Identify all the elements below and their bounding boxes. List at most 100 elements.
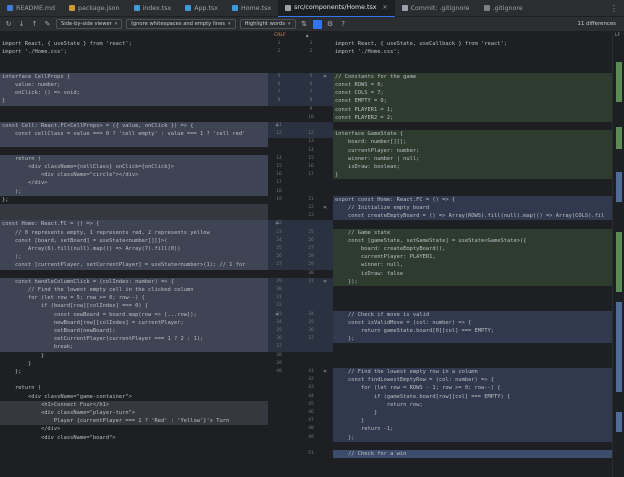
sync-scroll-icon[interactable]: ⇅ (300, 20, 309, 28)
code-line[interactable] (0, 114, 268, 122)
code-line[interactable] (333, 442, 612, 450)
code-line[interactable]: // Find the lowest empty row in a column (333, 368, 612, 377)
code-line[interactable]: const cellClass = value === 0 ? 'cell em… (0, 130, 268, 139)
code-line[interactable] (0, 376, 268, 384)
code-line[interactable]: return row; (333, 400, 612, 409)
code-line[interactable] (333, 179, 612, 187)
code-line[interactable]: } (333, 409, 612, 418)
code-line[interactable]: const createEmptyBoard = () => Array(ROW… (333, 212, 612, 221)
tab-2[interactable]: index.tsx (127, 0, 179, 17)
code-line[interactable] (333, 220, 612, 228)
code-line[interactable]: // Check if move is valid (333, 310, 612, 319)
code-line[interactable]: for (let row = ROWS - 1; row >= 0; row--… (333, 384, 612, 393)
code-line[interactable]: const [board, setBoard] = useState<numbe… (0, 236, 268, 245)
close-tab-icon[interactable]: ✕ (383, 4, 388, 11)
code-line[interactable]: // Game state (333, 228, 612, 237)
code-line[interactable]: const PLAYER2 = 2; (333, 113, 612, 122)
code-line[interactable]: } (333, 417, 612, 426)
code-line[interactable] (333, 65, 612, 73)
tab-1[interactable]: package.json (62, 0, 126, 17)
code-line[interactable]: onClick: () => void; (0, 89, 268, 98)
code-line[interactable]: <div className="circle"></div> (0, 171, 268, 180)
code-line[interactable]: const Home: React.FC = () => { (0, 220, 268, 229)
code-line[interactable]: import React, { useState } from 'react'; (0, 40, 268, 48)
code-line[interactable] (0, 270, 268, 278)
code-line[interactable] (333, 302, 612, 310)
code-line[interactable]: const COLS = 7; (333, 89, 612, 98)
arrow-down-icon[interactable]: ↓ (17, 20, 26, 28)
viewer-dropdown[interactable]: Side-by-side viewer ▾ (56, 19, 123, 29)
code-line[interactable]: } (0, 97, 268, 106)
code-line[interactable]: return gameState.board[0][col] === EMPTY… (333, 327, 612, 336)
code-line[interactable]: Player {currentPlayer === 1 ? 'Red' : 'Y… (0, 417, 268, 426)
code-line[interactable]: winner: number | null; (333, 154, 612, 163)
code-line[interactable]: // Constants for the game (333, 72, 612, 81)
code-line[interactable]: <h1>Connect Four</h1> (0, 400, 268, 409)
code-line[interactable]: isDraw: false (333, 269, 612, 278)
more-options-icon[interactable]: ⋮ (604, 4, 624, 13)
right-code-pane[interactable]: import React, { useState, useCallback } … (333, 32, 612, 477)
arrow-up-icon[interactable]: ↑ (30, 20, 39, 28)
code-line[interactable]: <div className={cellClass} onClick={onCl… (0, 163, 268, 172)
code-line[interactable]: // Check for a win (333, 450, 612, 459)
tab-4[interactable]: Home.tsx (225, 0, 278, 17)
code-line[interactable] (0, 138, 268, 147)
code-line[interactable]: const PLAYER1 = 1; (333, 105, 612, 114)
code-line[interactable]: }); (333, 277, 612, 286)
code-line[interactable]: return ( (0, 384, 268, 392)
highlight-dropdown[interactable]: Highlight words ▾ (239, 19, 296, 29)
code-line[interactable]: currentPlayer: PLAYER1, (333, 253, 612, 262)
tab-5[interactable]: src/components/Home.tsx ✕ (278, 0, 395, 17)
code-line[interactable]: currentPlayer: number; (333, 146, 612, 155)
code-line[interactable]: value: number; (0, 81, 268, 90)
code-line[interactable]: import './Home.css'; (333, 48, 612, 56)
collapse-toggle[interactable] (312, 19, 322, 29)
code-line[interactable]: if (gameState.board[row][col] === EMPTY)… (333, 392, 612, 401)
code-line[interactable]: const findLowestEmptyRow = (col: number)… (333, 376, 612, 385)
code-line[interactable]: }; (0, 196, 268, 204)
code-line[interactable]: for (let row = 5; row >= 0; row--) { (0, 294, 268, 303)
settings-gear-icon[interactable]: ⚙ (326, 20, 335, 28)
code-line[interactable] (333, 286, 612, 294)
code-line[interactable] (333, 122, 612, 130)
code-line[interactable]: isDraw: boolean; (333, 163, 612, 172)
code-line[interactable] (333, 343, 612, 351)
whitespace-dropdown[interactable]: Ignore whitespaces and empty lines ▾ (126, 19, 236, 29)
code-line[interactable] (333, 294, 612, 302)
code-line[interactable]: } (0, 360, 268, 368)
code-line[interactable]: const [gameState, setGameState] = useSta… (333, 236, 612, 245)
apply-change-arrow-icon[interactable]: « (320, 368, 330, 376)
code-line[interactable]: const EMPTY = 0; (333, 97, 612, 106)
code-line[interactable]: setCurrentPlayer(currentPlayer === 1 ? 2… (0, 335, 268, 344)
code-line[interactable]: // Find the lowest empty cell in the cli… (0, 286, 268, 295)
code-line[interactable]: </div> (0, 179, 268, 188)
code-line[interactable]: }; (333, 433, 612, 442)
code-line[interactable]: // Initialize empty board (333, 204, 612, 213)
code-line[interactable]: <div className="game-container"> (0, 393, 268, 401)
code-line[interactable]: return ( (0, 154, 268, 163)
code-line[interactable]: } (0, 352, 268, 360)
code-line[interactable]: }; (0, 368, 268, 376)
code-line[interactable]: // 0 represents empty, 1 represents red,… (0, 228, 268, 237)
code-line[interactable]: ); (0, 187, 268, 196)
code-line[interactable]: return -1; (333, 425, 612, 434)
code-line[interactable]: const handleColumnClick = (colIndex: num… (0, 277, 268, 286)
code-line[interactable]: const [currentPlayer, setCurrentPlayer] … (0, 261, 268, 270)
vertical-scrollbar[interactable]: LF (612, 32, 624, 477)
tab-3[interactable]: App.tsx (178, 0, 225, 17)
code-line[interactable]: <div className="player-turn"> (0, 409, 268, 418)
code-line[interactable]: board: number[][]; (333, 138, 612, 147)
code-line[interactable]: Array(6).fill(null).map(() => Array(7).f… (0, 245, 268, 254)
code-line[interactable]: import './Home.css'; (0, 48, 268, 56)
code-line[interactable]: winner: null, (333, 261, 612, 270)
code-line[interactable] (333, 188, 612, 196)
apply-change-arrow-icon[interactable]: » (272, 220, 282, 228)
code-line[interactable]: const newBoard = board.map(row => [...ro… (0, 310, 268, 319)
apply-change-arrow-icon[interactable]: « (320, 278, 330, 286)
apply-change-arrow-icon[interactable]: « (320, 204, 330, 212)
code-line[interactable]: import React, { useState, useCallback } … (333, 40, 612, 48)
code-line[interactable] (0, 204, 268, 213)
code-line[interactable]: interface CellProps { (0, 72, 268, 81)
code-line[interactable]: const isValidMove = (col: number) => { (333, 318, 612, 327)
code-line[interactable]: }; (333, 335, 612, 344)
